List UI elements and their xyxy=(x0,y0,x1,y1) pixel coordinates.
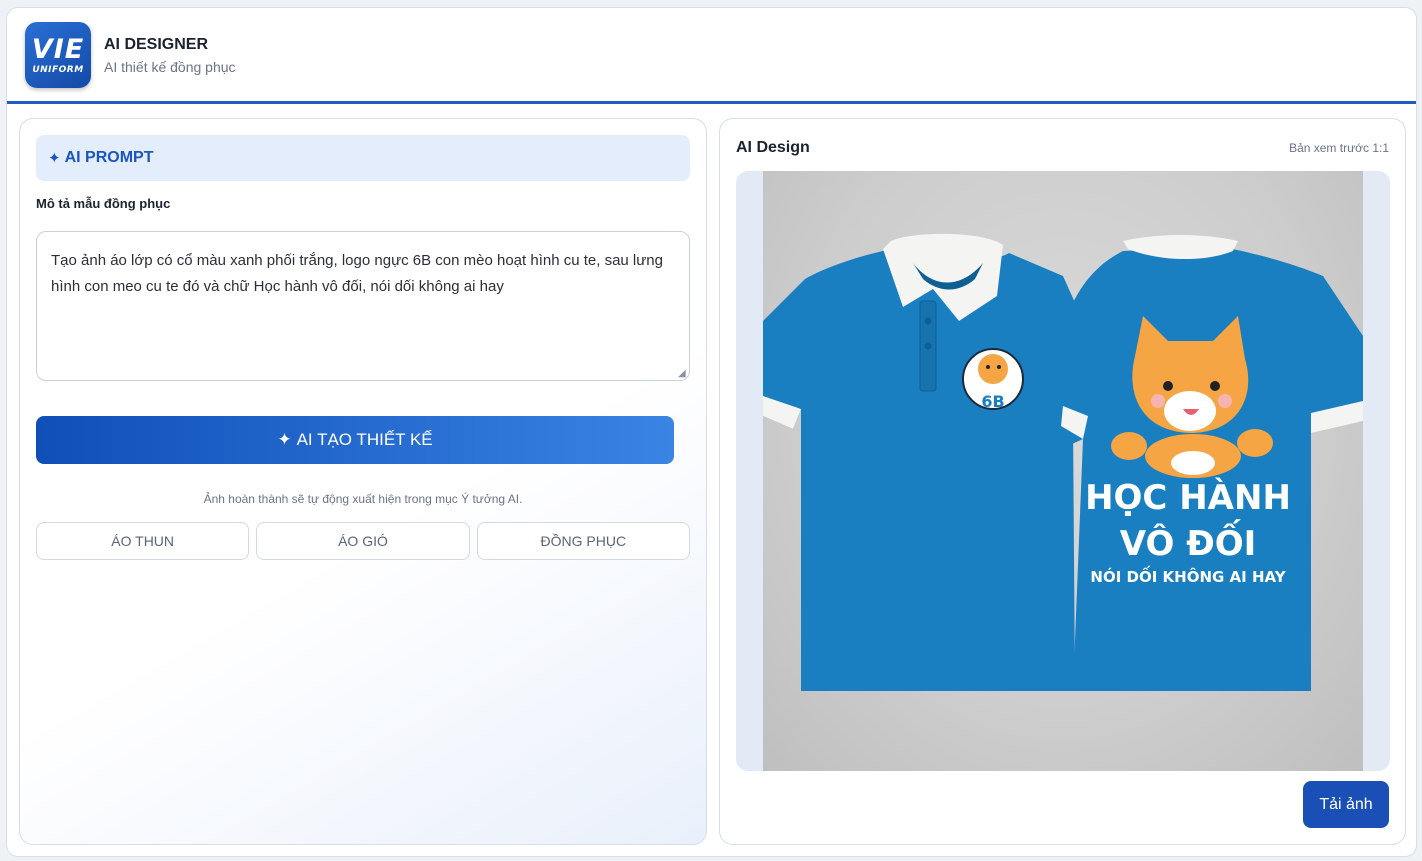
design-panel: AI Design Bản xem trước 1:1 6B HỌC HÀNH … xyxy=(719,118,1406,845)
resize-grip-icon[interactable]: ◢ xyxy=(678,369,688,379)
back-shirt: HỌC HÀNH VÔ ĐỐI NÓI DỐI KHÔNG AI HAY xyxy=(1061,235,1363,691)
preview-ratio-label: Bản xem trước 1:1 xyxy=(1289,141,1389,155)
back-cat-left-paw xyxy=(1111,432,1147,460)
back-cat-right-paw xyxy=(1237,429,1273,457)
generate-design-label: AI TẠO THIẾT KẾ xyxy=(296,430,433,449)
front-shirt: 6B xyxy=(763,233,1103,691)
button-1 xyxy=(924,317,932,325)
shirt-mockup: 6B HỌC HÀNH VÔ ĐỐI NÓI DỐI KHÔNG AI HAY xyxy=(763,233,1363,691)
chest-logo-text: 6B xyxy=(981,392,1004,411)
category-chips: ÁO THUN ÁO GIÓ ĐỒNG PHỤC xyxy=(36,522,690,560)
button-2 xyxy=(924,342,932,350)
back-print-line2: VÔ ĐỐI xyxy=(1120,519,1257,564)
prompt-field-label: Mô tả mẫu đồng phục xyxy=(36,196,171,211)
sparkle-icon: ✦ xyxy=(48,150,61,167)
chip-dong-phuc[interactable]: ĐỒNG PHỤC xyxy=(476,522,690,560)
prompt-section-header: ✦ AI PROMPT xyxy=(36,135,690,181)
chip-ao-gio[interactable]: ÁO GIÓ xyxy=(256,522,470,560)
brand-logo: VIE UNIFORM xyxy=(25,22,91,88)
back-print-line3: NÓI DỐI KHÔNG AI HAY xyxy=(1090,565,1286,586)
sparkle-icon: ✦ xyxy=(277,430,292,449)
chest-logo-cat xyxy=(978,354,1008,384)
download-image-button[interactable]: Tải ảnh xyxy=(1303,781,1389,828)
prompt-textarea[interactable]: Tạo ảnh áo lớp có cổ màu xanh phối trắng… xyxy=(36,231,690,381)
preview-frame: 6B HỌC HÀNH VÔ ĐỐI NÓI DỐI KHÔNG AI HAY xyxy=(736,171,1390,771)
back-print-line1: HỌC HÀNH xyxy=(1085,477,1291,518)
prompt-panel: ✦ AI PROMPT Mô tả mẫu đồng phục Tạo ảnh … xyxy=(19,118,707,845)
chip-ao-thun[interactable]: ÁO THUN xyxy=(36,522,250,560)
auto-appear-note: Ảnh hoàn thành sẽ tự động xuất hiện tron… xyxy=(203,492,523,506)
app-subtitle: AI thiết kế đồng phục xyxy=(104,59,236,75)
logo-text-top: VIE xyxy=(31,33,85,65)
header: VIE UNIFORM AI DESIGNER AI thiết kế đồng… xyxy=(7,8,1416,104)
prompt-section-title: AI PROMPT xyxy=(64,149,154,166)
app-title: AI DESIGNER xyxy=(104,36,209,53)
design-panel-title: AI Design xyxy=(736,139,810,156)
design-preview-image: 6B HỌC HÀNH VÔ ĐỐI NÓI DỐI KHÔNG AI HAY xyxy=(763,171,1363,771)
generate-design-button[interactable]: ✦ AI TẠO THIẾT KẾ xyxy=(36,416,674,464)
logo-text-bottom: UNIFORM xyxy=(32,64,84,75)
app-window: VIE UNIFORM AI DESIGNER AI thiết kế đồng… xyxy=(6,7,1417,857)
